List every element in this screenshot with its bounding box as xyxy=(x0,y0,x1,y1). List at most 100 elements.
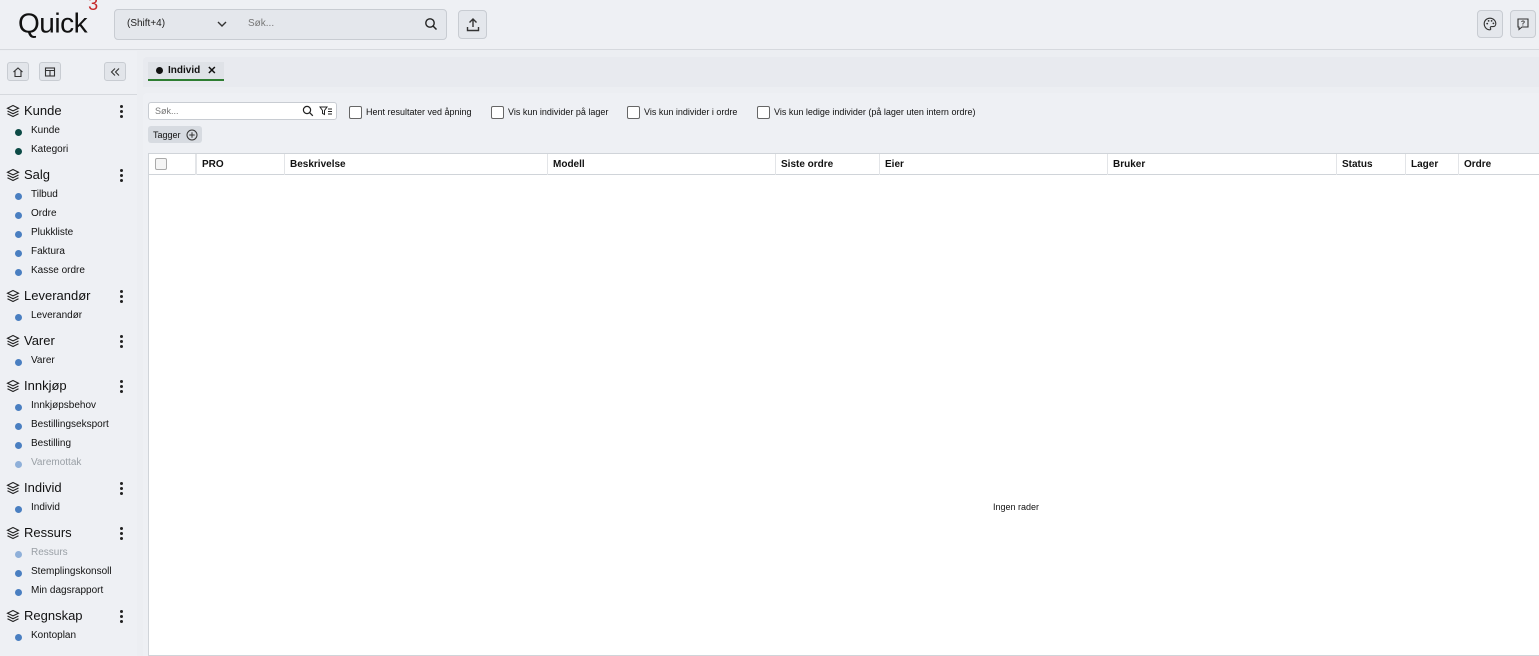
search-icon[interactable] xyxy=(302,105,314,117)
checkbox-label: Vis kun individer på lager xyxy=(508,107,609,117)
checkbox-box[interactable] xyxy=(757,106,770,119)
sidebar-section-title: Leverandør xyxy=(24,288,91,303)
close-icon[interactable]: ✕ xyxy=(207,64,216,77)
tags-label: Tagger xyxy=(153,129,181,140)
bullet-icon xyxy=(15,129,22,136)
sidebar-item-ordre[interactable]: Ordre xyxy=(0,207,137,223)
sidebar-item-label: Leverandør xyxy=(31,310,83,321)
sidebar-section-leverand-r[interactable]: Leverandør xyxy=(0,286,137,306)
sidebar-item-label: Kasse ordre xyxy=(31,265,85,276)
layers-icon xyxy=(6,609,20,623)
grid-header: PRO Beskrivelse Modell Siste ordre Eier … xyxy=(149,154,1539,175)
sidebar-section-regnskap[interactable]: Regnskap xyxy=(0,606,137,626)
filter-icon[interactable] xyxy=(319,105,333,117)
tab-individ[interactable]: Individ ✕ xyxy=(148,62,225,81)
more-vertical-icon[interactable] xyxy=(116,288,126,304)
sidebar-item-label: Kunde xyxy=(31,125,60,136)
column-header-eier[interactable]: Eier xyxy=(879,154,1107,175)
bullet-icon xyxy=(15,359,22,366)
home-button[interactable] xyxy=(7,62,29,81)
export-button[interactable] xyxy=(458,10,487,39)
help-button[interactable]: ? xyxy=(1510,10,1536,38)
sidebar-item-innkj-psbehov[interactable]: Innkjøpsbehov xyxy=(0,399,137,415)
sidebar-section-varer[interactable]: Varer xyxy=(0,331,137,351)
sidebar-item-kontoplan[interactable]: Kontoplan xyxy=(0,629,137,645)
sidebar-section-individ[interactable]: Individ xyxy=(0,478,137,498)
column-header-bruker[interactable]: Bruker xyxy=(1107,154,1336,175)
svg-text:?: ? xyxy=(1521,21,1525,28)
sidebar-item-kasse-ordre[interactable]: Kasse ordre xyxy=(0,264,137,280)
tags-filter[interactable]: Tagger xyxy=(148,126,202,143)
more-vertical-icon[interactable] xyxy=(116,103,126,119)
sidebar-item-label: Ordre xyxy=(31,208,57,219)
theme-button[interactable] xyxy=(1477,10,1503,38)
column-header-siste-ordre[interactable]: Siste ordre xyxy=(775,154,879,175)
bullet-icon xyxy=(15,634,22,641)
sidebar-item-individ[interactable]: Individ xyxy=(0,501,137,517)
column-header-beskrivelse[interactable]: Beskrivelse xyxy=(284,154,547,175)
checkbox-box[interactable] xyxy=(627,106,640,119)
checkbox-label: Vis kun ledige individer (på lager uten … xyxy=(774,107,976,117)
checkbox-label: Hent resultater ved åpning xyxy=(366,107,472,117)
global-search[interactable]: (Shift+4) Søk... xyxy=(114,9,447,40)
sidebar-section-title: Innkjøp xyxy=(24,378,67,393)
sidebar-section-kunde[interactable]: Kunde xyxy=(0,101,137,121)
collapse-sidebar-button[interactable] xyxy=(104,62,126,81)
sidebar-section-title: Salg xyxy=(24,167,51,182)
bullet-icon xyxy=(15,423,22,430)
column-header-status[interactable]: Status xyxy=(1336,154,1405,175)
chevron-down-icon[interactable] xyxy=(215,17,229,31)
sidebar-item-faktura[interactable]: Faktura xyxy=(0,245,137,261)
column-header-modell[interactable]: Modell xyxy=(547,154,775,175)
more-vertical-icon[interactable] xyxy=(116,167,126,183)
sidebar-section-innkj-p[interactable]: Innkjøp xyxy=(0,376,137,396)
more-vertical-icon[interactable] xyxy=(116,378,126,394)
search-input[interactable]: Søk... xyxy=(148,102,337,120)
sidebar-divider xyxy=(0,94,137,95)
sidebar-item-kunde[interactable]: Kunde xyxy=(0,124,137,140)
sidebar-item-varemottak: Varemottak xyxy=(0,456,137,472)
sidebar-item-bestillingseksport[interactable]: Bestillingseksport xyxy=(0,418,137,434)
more-vertical-icon[interactable] xyxy=(116,333,126,349)
data-grid: PRO Beskrivelse Modell Siste ordre Eier … xyxy=(148,153,1539,656)
column-header-pro[interactable]: PRO xyxy=(196,154,284,175)
bullet-icon xyxy=(15,314,22,321)
sidebar-item-label: Ressurs xyxy=(31,547,68,558)
sidebar-item-label: Bestilling xyxy=(31,438,72,449)
sidebar-item-label: Bestillingseksport xyxy=(31,419,109,430)
global-search-input[interactable]: Søk... xyxy=(248,18,274,29)
search-icon[interactable] xyxy=(424,17,438,31)
checkbox-box[interactable] xyxy=(491,106,504,119)
sidebar-item-leverand-r[interactable]: Leverandør xyxy=(0,309,137,325)
more-vertical-icon[interactable] xyxy=(116,608,126,624)
search-scope-select[interactable]: (Shift+4) xyxy=(127,18,165,29)
sidebar-item-bestilling[interactable]: Bestilling xyxy=(0,437,137,453)
add-circle-icon[interactable] xyxy=(186,129,198,141)
layout-button[interactable] xyxy=(39,62,61,81)
sidebar-section-ressurs[interactable]: Ressurs xyxy=(0,523,137,543)
checkbox-box[interactable] xyxy=(349,106,362,119)
sidebar-item-stemplingskonsoll[interactable]: Stemplingskonsoll xyxy=(0,565,137,581)
layers-icon xyxy=(6,379,20,393)
sidebar-item-min-dagsrapport[interactable]: Min dagsrapport xyxy=(0,584,137,600)
column-header-ordre[interactable]: Ordre xyxy=(1458,154,1539,175)
sidebar-item-kategori[interactable]: Kategori xyxy=(0,143,137,159)
sidebar-item-label: Kategori xyxy=(31,144,69,155)
sidebar-section-salg[interactable]: Salg xyxy=(0,165,137,185)
app-logo[interactable]: Quick3 xyxy=(18,0,98,39)
layers-icon xyxy=(6,526,20,540)
sidebar-item-plukkliste[interactable]: Plukkliste xyxy=(0,226,137,242)
sidebar-item-tilbud[interactable]: Tilbud xyxy=(0,188,137,204)
more-vertical-icon[interactable] xyxy=(116,480,126,496)
layout-icon xyxy=(44,66,56,77)
sidebar-item-ressurs: Ressurs xyxy=(0,546,137,562)
bullet-icon xyxy=(15,269,22,276)
more-vertical-icon[interactable] xyxy=(116,525,126,541)
select-all-checkbox[interactable] xyxy=(155,158,167,170)
empty-state-text: Ingen rader xyxy=(993,502,1040,512)
column-header-lager[interactable]: Lager xyxy=(1405,154,1458,175)
sidebar-item-label: Tilbud xyxy=(31,189,58,200)
logo-text: Quick xyxy=(18,7,88,39)
bullet-icon xyxy=(15,589,22,596)
sidebar-item-varer[interactable]: Varer xyxy=(0,354,137,370)
